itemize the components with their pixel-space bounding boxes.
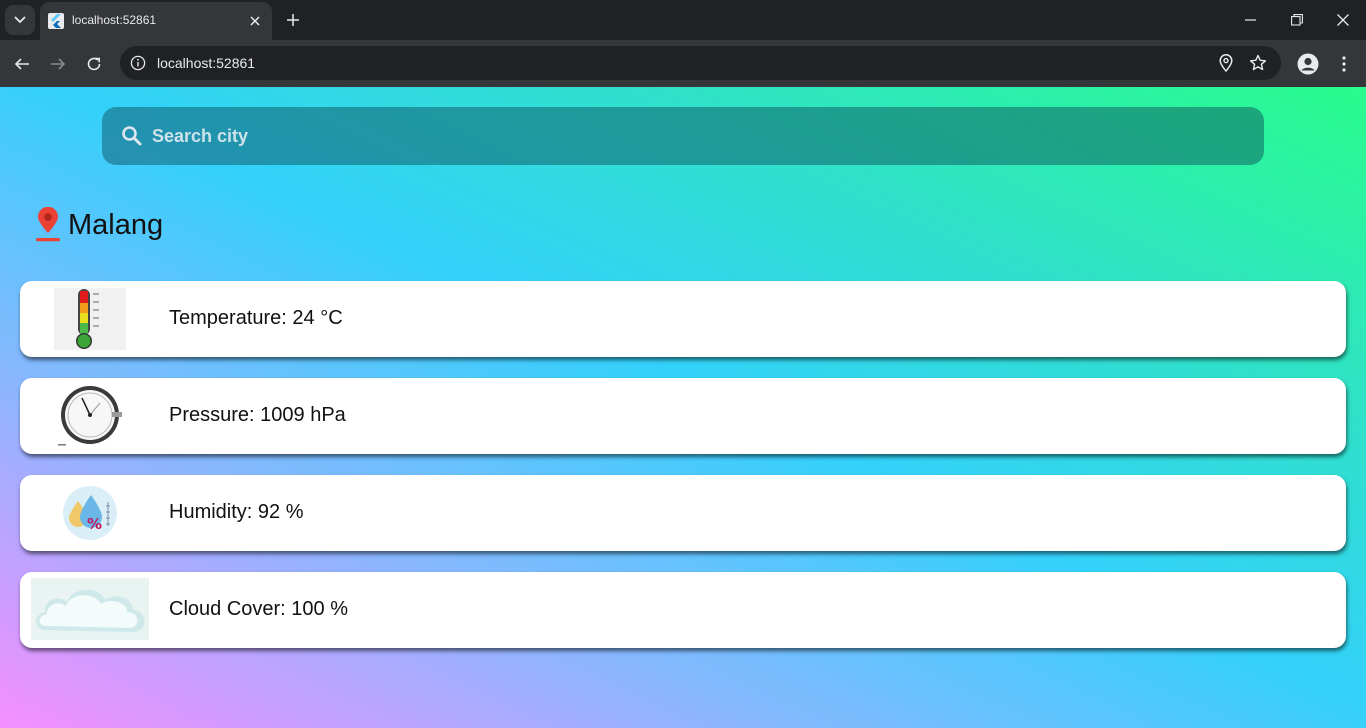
tab-search-button[interactable] <box>5 5 35 35</box>
flutter-favicon-icon <box>48 13 64 29</box>
location-pin-icon <box>36 207 60 242</box>
minimize-icon <box>1245 19 1256 21</box>
back-button[interactable] <box>8 50 36 78</box>
temperature-card: Temperature: 24 °C <box>20 281 1346 357</box>
info-icon <box>130 55 146 71</box>
search-icon <box>122 126 142 146</box>
address-bar[interactable]: localhost:52861 <box>120 46 1281 80</box>
plus-icon <box>287 14 299 26</box>
city-name: Malang <box>68 208 164 241</box>
reload-icon <box>87 57 101 71</box>
new-tab-button[interactable] <box>282 9 304 31</box>
weather-app-page: Malang Temperature: 24 °C Pressur <box>0 87 1366 728</box>
site-info-button[interactable] <box>128 53 148 73</box>
restore-button[interactable] <box>1274 0 1320 40</box>
barometer-icon <box>58 386 122 446</box>
browser-tab[interactable]: localhost:52861 <box>40 2 272 40</box>
location-header: Malang <box>34 205 163 245</box>
location-pin-icon <box>1219 54 1233 72</box>
pressure-card: Pressure: 1009 hPa <box>20 378 1346 454</box>
humidity-icon: % <box>63 486 117 540</box>
restore-icon <box>1291 14 1303 26</box>
profile-avatar-icon <box>1297 53 1319 75</box>
temperature-text: Temperature: 24 °C <box>169 307 343 329</box>
pressure-text: Pressure: 1009 hPa <box>169 404 346 426</box>
bookmark-button[interactable] <box>1248 53 1268 73</box>
cloud-icon <box>31 578 149 640</box>
search-bar[interactable] <box>102 107 1264 165</box>
tab-title: localhost:52861 <box>72 13 157 27</box>
search-city-input[interactable] <box>152 107 1242 165</box>
humidity-text: Humidity: 92 % <box>169 501 304 523</box>
browser-tab-bar: localhost:52861 <box>0 0 1366 40</box>
tab-close-button[interactable] <box>246 12 264 30</box>
reload-button[interactable] <box>80 50 108 78</box>
minimize-button[interactable] <box>1228 0 1274 40</box>
star-icon <box>1249 54 1267 71</box>
cloud-cover-card: Cloud Cover: 100 % <box>20 572 1346 648</box>
arrow-left-icon <box>14 58 29 70</box>
close-window-button[interactable] <box>1320 0 1366 40</box>
close-icon <box>1337 14 1349 26</box>
thermometer-icon <box>54 288 126 350</box>
arrow-right-icon <box>51 58 66 70</box>
close-icon <box>250 16 260 26</box>
humidity-card: % Humidity: 92 % <box>20 475 1346 551</box>
browser-toolbar: localhost:52861 <box>0 40 1366 87</box>
svg-text:%: % <box>87 515 102 533</box>
browser-menu-button[interactable] <box>1332 52 1356 76</box>
profile-button[interactable] <box>1296 52 1320 76</box>
url-text: localhost:52861 <box>157 55 256 71</box>
location-permission-button[interactable] <box>1216 53 1236 73</box>
cloud-cover-text: Cloud Cover: 100 % <box>169 598 348 620</box>
forward-button[interactable] <box>44 50 72 78</box>
more-vertical-icon <box>1342 56 1346 72</box>
chevron-down-icon <box>14 16 26 24</box>
